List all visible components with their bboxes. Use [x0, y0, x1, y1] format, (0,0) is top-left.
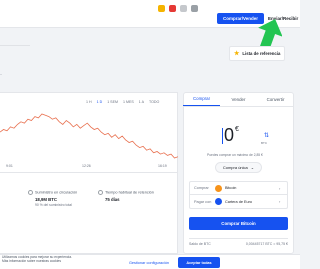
chevron-down-icon: ⌄	[250, 165, 255, 170]
supply-icon	[28, 190, 33, 195]
euro-wallet-icon	[215, 198, 222, 205]
left-marker: ·	[0, 72, 2, 78]
x-tick: 16:19	[158, 164, 167, 168]
hold-label: Tiempo habitual de retención	[105, 190, 154, 195]
star-icon: ★	[234, 50, 240, 57]
supply-label: Suministro en circulación	[35, 190, 78, 195]
asset-selector[interactable]: Comprar Bitcoin ›	[189, 181, 288, 195]
payment-method-selector[interactable]: Pagar con Cartera de Euro ›	[189, 195, 288, 209]
tab-buy[interactable]: Comprar	[183, 92, 220, 106]
x-axis: 9:01 12:26 16:19	[0, 164, 178, 170]
range-all[interactable]: TODO	[149, 100, 159, 104]
range-1w[interactable]: 1 SEM	[107, 100, 118, 104]
purchase-limit-text: Puedes comprar un máximo de 2,85 €	[207, 153, 263, 157]
balance-label: Saldo de BTC	[189, 241, 211, 246]
left-divider	[0, 45, 30, 46]
amount-input[interactable]: 0 €	[222, 124, 252, 148]
range-1m[interactable]: 1 MES	[123, 100, 134, 104]
watchlist-label: Lista de referencia	[242, 51, 281, 56]
x-tick: 12:26	[82, 164, 91, 168]
hold-value: 75 días	[105, 197, 120, 202]
bitcoin-icon	[215, 184, 222, 192]
trade-tabs: Comprar Vender Convertir	[183, 92, 294, 107]
stats-divider	[0, 172, 178, 173]
amount-value: 0	[224, 125, 235, 145]
asset-value: Bitcoin	[225, 186, 237, 190]
time-range-selector: 1 H 1 D 1 SEM 1 MES 1 A TODO	[86, 100, 159, 104]
text-cursor	[222, 128, 223, 144]
buy-bitcoin-button[interactable]: Comprar Bitcoin	[189, 217, 288, 230]
supply-value: 18,9M BTC	[35, 197, 57, 202]
top-icons	[158, 5, 214, 13]
account-icon[interactable]	[191, 5, 198, 12]
x-tick: 9:01	[6, 164, 13, 168]
balance-row: Saldo de BTC 0,00445717 BTC = 95,75 €	[189, 238, 288, 246]
range-1h[interactable]: 1 H	[86, 100, 92, 104]
tab-sell[interactable]: Vender	[220, 92, 257, 106]
pay-row-label: Pagar con	[194, 199, 212, 204]
extension-icon[interactable]	[158, 5, 165, 12]
price-chart[interactable]	[0, 108, 178, 164]
supply-stat: Suministro en circulación 18,9M BTC 90 %…	[28, 190, 77, 207]
cookie-text: Utilizamos cookies para mejorar su exper…	[2, 255, 72, 264]
clock-icon	[98, 190, 103, 195]
range-1y[interactable]: 1 A	[139, 100, 144, 104]
frequency-selector[interactable]: Compra única ⌄	[215, 162, 262, 173]
price-line	[0, 113, 178, 159]
watchlist-button[interactable]: ★ Lista de referencia	[229, 46, 285, 61]
balance-value: 0,00445717 BTC = 95,75 €	[245, 241, 288, 246]
currency-symbol: €	[235, 126, 239, 133]
swap-currency-label: BTC	[261, 141, 267, 145]
accept-all-button[interactable]: Aceptar todas	[178, 257, 220, 268]
notification-icon[interactable]	[169, 5, 176, 12]
range-1d[interactable]: 1 D	[97, 100, 103, 104]
chevron-right-icon: ›	[279, 199, 281, 204]
frequency-value: Compra única	[222, 165, 248, 170]
pay-method-value: Cartera de Euro	[225, 199, 253, 204]
chevron-right-icon: ›	[279, 185, 281, 191]
tab-convert[interactable]: Convertir	[257, 92, 294, 106]
swap-icon[interactable]: ⇅	[262, 132, 271, 141]
hold-time-stat: Tiempo habitual de retención 75 días	[98, 190, 154, 202]
profile-icon[interactable]	[180, 5, 187, 12]
supply-sub: 90 % del suministro total	[35, 203, 72, 207]
buy-row-label: Comprar	[194, 186, 209, 190]
manage-settings-button[interactable]: Gestionar configuración	[128, 258, 170, 267]
